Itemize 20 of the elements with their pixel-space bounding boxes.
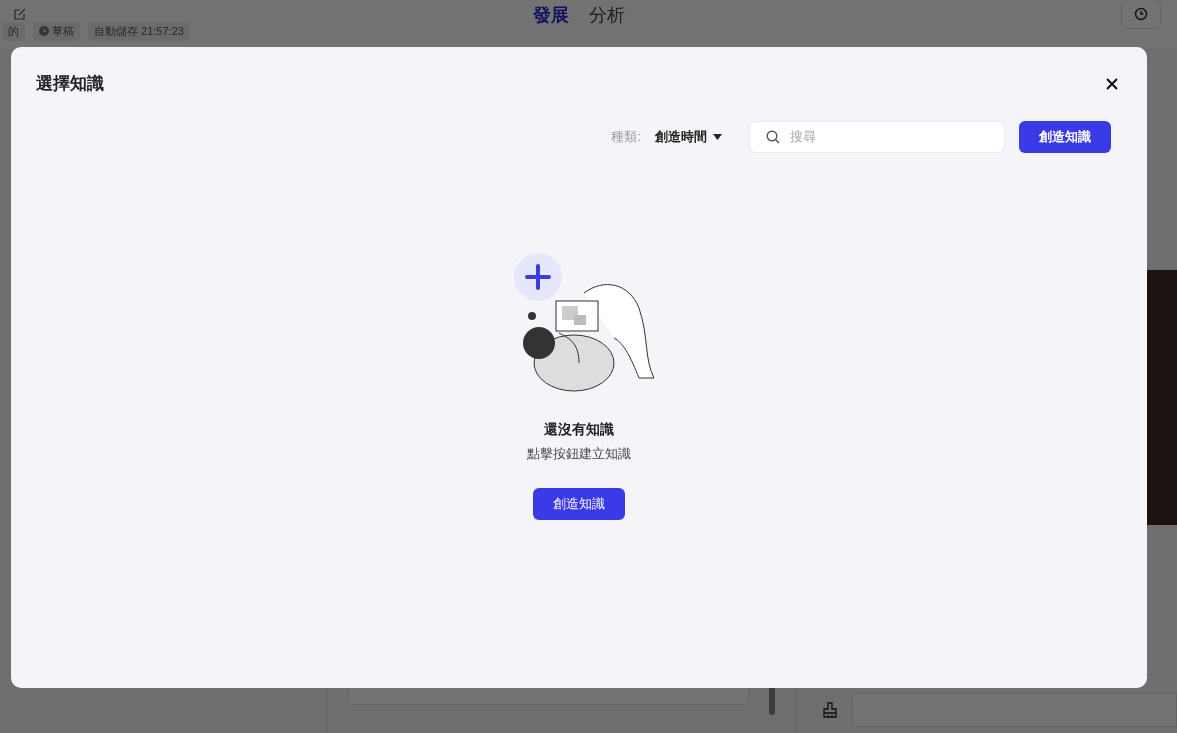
tab[interactable]: 分析 (589, 2, 625, 29)
history-icon (1134, 7, 1148, 21)
create-knowledge-button[interactable]: 創造知識 (1019, 120, 1111, 153)
dialog-title: 選擇知識 (36, 73, 104, 95)
search-field[interactable]: 搜尋 (749, 120, 1005, 153)
filter-label: 種類: (611, 127, 641, 146)
caret-icon (713, 133, 722, 140)
create-knowledge-button[interactable]: 創造知識 (533, 488, 625, 520)
clock-icon (39, 26, 49, 37)
brush-icon[interactable] (822, 702, 838, 718)
search-icon (766, 129, 780, 144)
sort-dropdown[interactable]: 創造時間 (655, 126, 722, 147)
info-tag: 的 (2, 22, 25, 41)
info-tag: 自動儲存 21:57:23 (88, 22, 190, 41)
close-icon (1106, 77, 1118, 90)
empty-state-subtitle: 點擊按鈕建立知識 (527, 444, 631, 463)
history-button[interactable] (1121, 0, 1161, 29)
edit-icon[interactable] (14, 8, 26, 20)
status-label: 草稿 (52, 24, 74, 39)
empty-state-title: 還沒有知識 (544, 419, 614, 439)
